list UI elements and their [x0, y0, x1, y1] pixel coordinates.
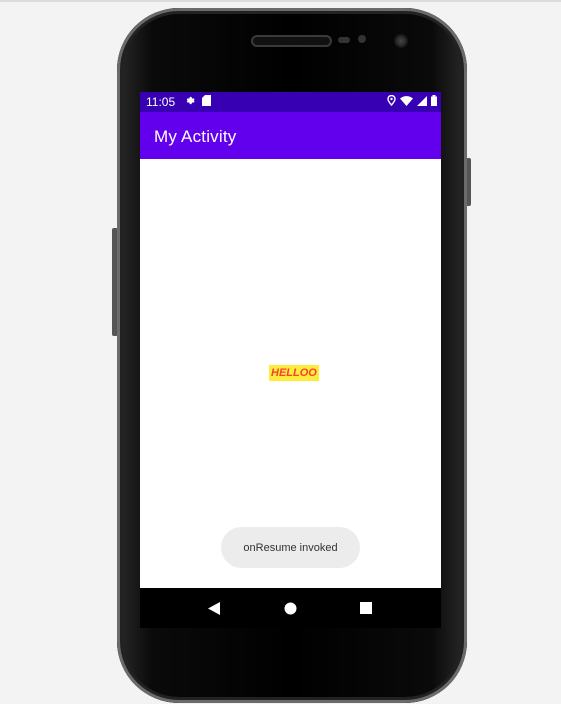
window-top-border: [0, 0, 561, 2]
earpiece-speaker: [251, 35, 332, 47]
signal-icon: [417, 95, 427, 109]
front-camera-icon: [394, 34, 408, 48]
sd-card-icon: [202, 95, 211, 109]
battery-icon: [431, 95, 437, 109]
device-screen: 11:05 My Activity HELLOO onResume invoke…: [140, 92, 441, 628]
hello-text: HELLOO: [269, 365, 319, 381]
wifi-icon: [400, 95, 413, 109]
app-title: My Activity: [154, 127, 237, 146]
back-icon[interactable]: [206, 600, 222, 616]
light-sensor: [358, 35, 366, 43]
toast-message: onResume invoked: [221, 527, 360, 568]
home-icon[interactable]: [282, 600, 298, 616]
toast-text: onResume invoked: [243, 541, 338, 554]
app-bar: My Activity: [140, 112, 441, 159]
status-time: 11:05: [146, 95, 176, 109]
gear-icon: [184, 95, 195, 109]
location-icon: [387, 94, 396, 109]
status-bar: 11:05: [140, 92, 441, 112]
recents-icon[interactable]: [358, 600, 374, 616]
proximity-sensor: [338, 37, 350, 43]
navigation-bar: [140, 588, 441, 628]
